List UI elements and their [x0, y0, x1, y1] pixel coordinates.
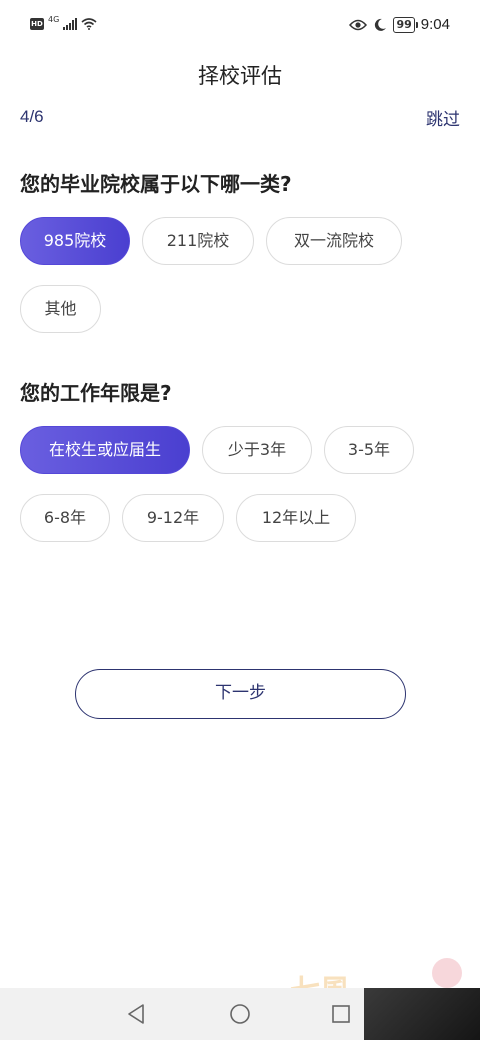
corner-overlay: [364, 988, 480, 1040]
watermark-mark: [432, 958, 462, 988]
page-title: 择校评估: [198, 64, 282, 88]
option-985[interactable]: 985院校: [20, 217, 130, 265]
recent-apps-icon[interactable]: [331, 1004, 351, 1024]
question-work-years: 您的工作年限是?: [20, 381, 172, 405]
status-right: 99 9:04: [349, 16, 450, 33]
skip-button[interactable]: 跳过: [426, 105, 460, 130]
next-button[interactable]: 下一步: [75, 669, 406, 719]
clock: 9:04: [420, 16, 450, 33]
option-9-12[interactable]: 9-12年: [122, 494, 224, 542]
question-school-type: 您的毕业院校属于以下哪一类?: [20, 172, 292, 196]
wifi-icon: [81, 18, 97, 30]
option-211[interactable]: 211院校: [142, 217, 254, 265]
status-left: HD 4G: [30, 14, 97, 30]
option-3-5[interactable]: 3-5年: [324, 426, 414, 474]
network-label: 4G: [48, 14, 60, 24]
back-icon[interactable]: [125, 1003, 147, 1025]
hd-badge: HD: [30, 18, 44, 30]
progress-indicator: 4/6: [20, 107, 44, 126]
option-double-first-class[interactable]: 双一流院校: [266, 217, 402, 265]
option-6-8[interactable]: 6-8年: [20, 494, 110, 542]
option-less-than-3[interactable]: 少于3年: [202, 426, 312, 474]
option-12-plus[interactable]: 12年以上: [236, 494, 356, 542]
eye-icon: [349, 19, 368, 30]
moon-icon: [375, 18, 387, 31]
battery-indicator: 99: [393, 16, 419, 33]
option-other[interactable]: 其他: [20, 285, 101, 333]
option-student-graduate[interactable]: 在校生或应届生: [20, 426, 190, 474]
home-icon[interactable]: [229, 1003, 251, 1025]
signal-icon: [63, 18, 78, 30]
status-bar: HD 4G 99 9:04: [0, 0, 480, 56]
